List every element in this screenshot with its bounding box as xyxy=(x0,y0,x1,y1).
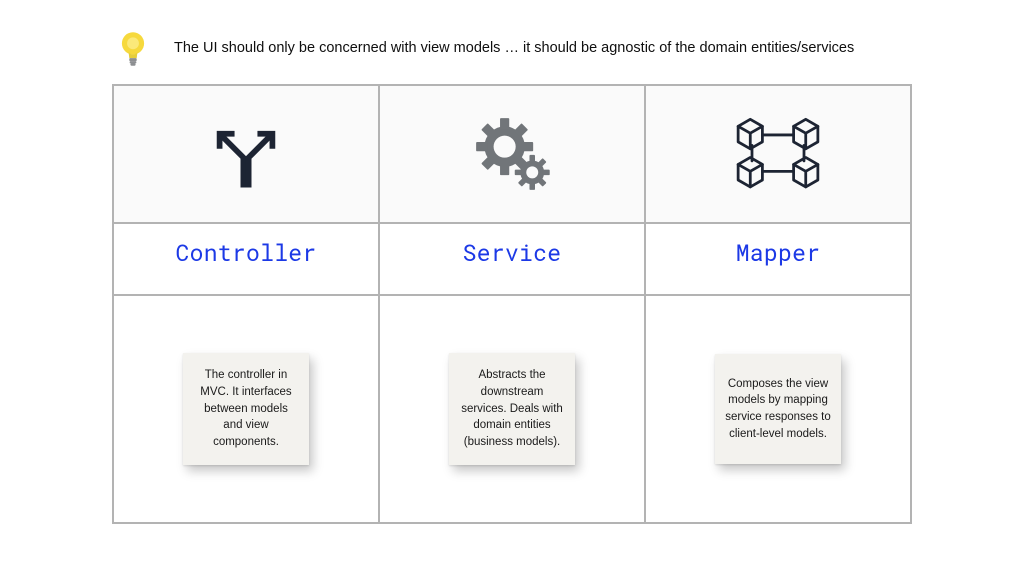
hint-text: The UI should only be concerned with vie… xyxy=(174,38,854,58)
mapper-sticky-note: Composes the view models by mapping serv… xyxy=(715,354,841,464)
service-desc-cell: Abstracts the downstream services. Deals… xyxy=(379,295,645,523)
hint-row: The UI should only be concerned with vie… xyxy=(0,30,1024,84)
mapper-title: Mapper xyxy=(645,223,911,295)
lightbulb-icon xyxy=(118,30,154,66)
controller-title: Controller xyxy=(113,223,379,295)
controller-desc-cell: The controller in MVC. It interfaces bet… xyxy=(113,295,379,523)
gears-icon xyxy=(466,108,558,200)
service-sticky-note: Abstracts the downstream services. Deals… xyxy=(449,353,575,464)
controller-sticky-note: The controller in MVC. It interfaces bet… xyxy=(183,353,309,464)
service-icon-cell xyxy=(379,85,645,223)
split-arrows-icon xyxy=(202,110,290,198)
controller-icon-cell xyxy=(113,85,379,223)
cubes-network-icon xyxy=(726,110,830,198)
service-title: Service xyxy=(379,223,645,295)
architecture-grid: Controller Service Mapper The controller… xyxy=(112,84,912,524)
mapper-desc-cell: Composes the view models by mapping serv… xyxy=(645,295,911,523)
mapper-icon-cell xyxy=(645,85,911,223)
